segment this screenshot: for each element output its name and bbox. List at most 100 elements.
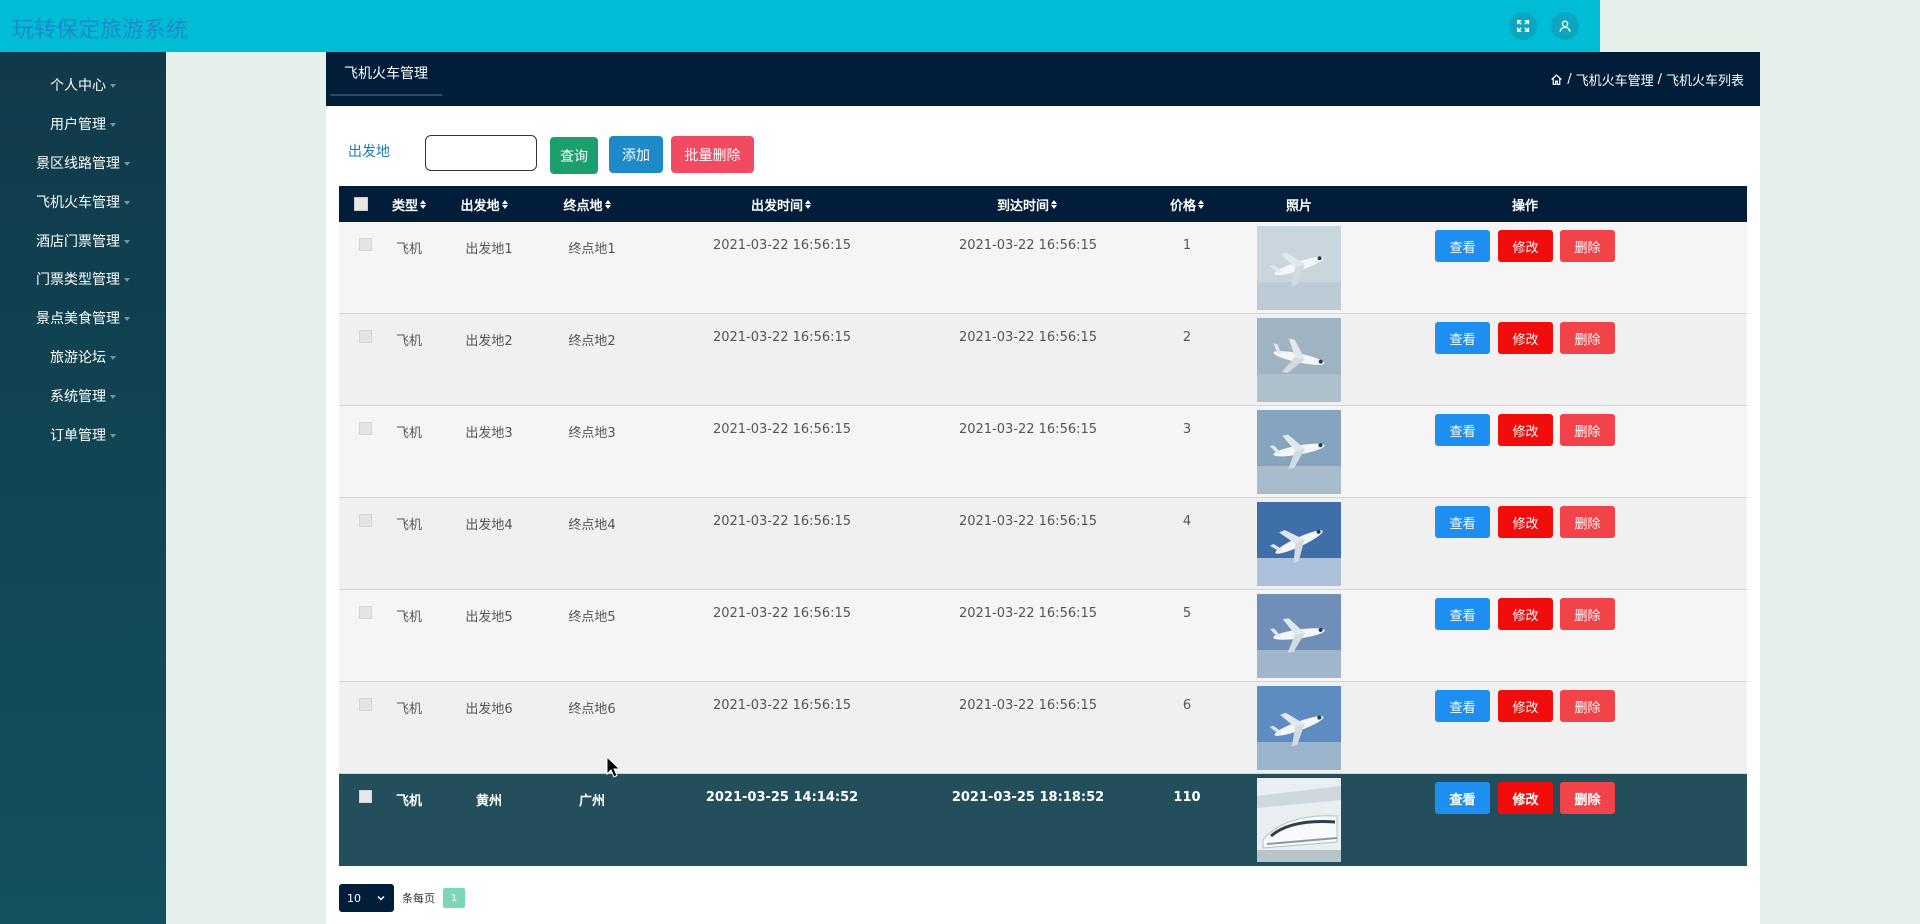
tab-transport-management[interactable]: 飞机火车管理 (330, 52, 442, 96)
airplane-photo[interactable] (1257, 686, 1341, 770)
sort-icon[interactable] (501, 199, 508, 209)
airplane-photo[interactable] (1257, 502, 1341, 586)
delete-button[interactable]: 删除 (1560, 690, 1615, 722)
row-checkbox[interactable] (359, 790, 372, 803)
column-header-price[interactable]: 价格 (1157, 186, 1217, 222)
column-header-arrive-time[interactable]: 到达时间 (971, 186, 1083, 222)
page-number-current[interactable]: 1 (443, 888, 465, 908)
row-checkbox[interactable] (359, 330, 372, 343)
add-button[interactable]: 添加 (609, 136, 663, 173)
view-button[interactable]: 查看 (1435, 598, 1490, 630)
breadcrumb-item-transport[interactable]: 飞机火车管理 (1576, 70, 1654, 89)
mouse-cursor-icon (606, 756, 620, 778)
delete-button[interactable]: 删除 (1560, 506, 1615, 538)
sidebar-item-label: 景区线路管理 (36, 155, 120, 172)
sort-icon[interactable] (1051, 199, 1057, 209)
view-button[interactable]: 查看 (1435, 782, 1490, 814)
cell-from: 出发地3 (465, 426, 513, 441)
departure-search-input[interactable] (425, 135, 537, 171)
column-label: 价格 (1169, 198, 1196, 214)
transport-table: 类型 出发地 终点地 出发时间 到达时间 价格 照片 操作 飞机 出发地1 终点地1… (339, 186, 1747, 866)
row-checkbox[interactable] (359, 238, 372, 251)
airplane-photo[interactable] (1257, 594, 1341, 678)
cell-arrive-time: 2021-03-22 16:56:15 (958, 422, 1098, 437)
airplane-photo[interactable] (1257, 318, 1341, 402)
edit-button[interactable]: 修改 (1498, 690, 1553, 722)
table-row[interactable]: 飞机 出发地6 终点地6 2021-03-22 16:56:15 2021-03-22 … (339, 682, 1747, 774)
per-page-label: 条每页 (402, 892, 435, 905)
edit-button[interactable]: 修改 (1498, 598, 1553, 630)
sort-icon[interactable] (604, 199, 611, 209)
table-row[interactable]: 飞机 出发地4 终点地4 2021-03-22 16:56:15 2021-03-22 … (339, 498, 1747, 590)
batch-delete-button[interactable]: 批量删除 (671, 136, 754, 173)
row-checkbox[interactable] (359, 422, 372, 435)
select-all-checkbox[interactable] (353, 186, 369, 222)
view-button[interactable]: 查看 (1435, 322, 1490, 354)
cell-price: 5 (1182, 606, 1192, 621)
edit-button[interactable]: 修改 (1498, 506, 1553, 538)
delete-button[interactable]: 删除 (1560, 414, 1615, 446)
sort-icon[interactable] (420, 199, 426, 209)
view-button[interactable]: 查看 (1435, 690, 1490, 722)
train-photo[interactable] (1257, 778, 1341, 862)
delete-button[interactable]: 删除 (1560, 230, 1615, 262)
page-size-select[interactable]: 10 (339, 884, 394, 912)
column-header-actions: 操作 (1495, 186, 1555, 222)
column-header-depart-time[interactable]: 出发时间 (725, 186, 837, 222)
delete-button[interactable]: 删除 (1560, 782, 1615, 814)
sort-icon[interactable] (1198, 199, 1204, 209)
sort-icon[interactable] (805, 199, 811, 209)
caret-down-icon (124, 239, 130, 244)
view-button[interactable]: 查看 (1435, 506, 1490, 538)
table-row[interactable]: 飞机 出发地1 终点地1 2021-03-22 16:56:15 2021-03-22 … (339, 222, 1747, 314)
table-row[interactable]: 飞机 出发地3 终点地3 2021-03-22 16:56:15 2021-03-22 … (339, 406, 1747, 498)
caret-down-icon (124, 200, 130, 205)
edit-button[interactable]: 修改 (1498, 230, 1553, 262)
row-checkbox[interactable] (359, 606, 372, 619)
cell-type: 飞机 (395, 242, 423, 257)
sidebar-item-forum[interactable]: 旅游论坛 (0, 338, 166, 377)
column-label: 类型 (391, 198, 418, 214)
query-button[interactable]: 查询 (550, 137, 598, 174)
sidebar-item-profile[interactable]: 个人中心 (0, 66, 166, 105)
view-button[interactable]: 查看 (1435, 230, 1490, 262)
sidebar-item-label: 旅游论坛 (50, 349, 106, 366)
caret-down-icon (110, 433, 116, 438)
airplane-photo[interactable] (1257, 410, 1341, 494)
delete-button[interactable]: 删除 (1560, 598, 1615, 630)
caret-down-icon (110, 123, 116, 128)
column-header-type[interactable]: 类型 (379, 186, 439, 222)
breadcrumb-item-list: 飞机火车列表 (1665, 74, 1744, 89)
column-header-from[interactable]: 出发地 (449, 186, 519, 222)
edit-button[interactable]: 修改 (1498, 414, 1553, 446)
cell-price: 4 (1182, 514, 1192, 529)
app-title: 玩转保定旅游系统 (12, 18, 189, 43)
sidebar-item-ticket-types[interactable]: 门票类型管理 (0, 260, 166, 299)
view-button[interactable]: 查看 (1435, 414, 1490, 446)
airplane-photo[interactable] (1257, 226, 1341, 310)
row-checkbox[interactable] (359, 698, 372, 711)
sidebar-item-transport[interactable]: 飞机火车管理 (0, 182, 166, 221)
cell-from: 出发地2 (465, 334, 513, 349)
edit-button[interactable]: 修改 (1498, 782, 1553, 814)
sidebar-item-users[interactable]: 用户管理 (0, 105, 166, 144)
sidebar-item-system[interactable]: 系统管理 (0, 376, 166, 415)
sidebar-item-orders[interactable]: 订单管理 (0, 415, 166, 454)
sidebar-item-food[interactable]: 景点美食管理 (0, 299, 166, 338)
cell-arrive-time: 2021-03-22 16:56:15 (958, 606, 1098, 621)
user-icon[interactable] (1551, 12, 1579, 40)
row-checkbox[interactable] (359, 514, 372, 527)
search-bar: 出发地 查询 添加 批量删除 (326, 132, 1760, 174)
edit-button[interactable]: 修改 (1498, 322, 1553, 354)
table-row[interactable]: 飞机 出发地5 终点地5 2021-03-22 16:56:15 2021-03-22 … (339, 590, 1747, 682)
delete-button[interactable]: 删除 (1560, 322, 1615, 354)
home-icon[interactable] (1550, 73, 1563, 86)
cell-price: 2 (1182, 330, 1192, 345)
sidebar-item-hotel-tickets[interactable]: 酒店门票管理 (0, 221, 166, 260)
cell-type: 飞机 (395, 610, 423, 625)
table-row[interactable]: 飞机 黄州 广州 2021-03-25 14:14:52 2021-03-25 18:1… (339, 774, 1747, 866)
sidebar-item-routes[interactable]: 景区线路管理 (0, 144, 166, 183)
table-row[interactable]: 飞机 出发地2 终点地2 2021-03-22 16:56:15 2021-03-22 … (339, 314, 1747, 406)
column-header-to[interactable]: 终点地 (552, 186, 622, 222)
fullscreen-icon[interactable] (1509, 12, 1537, 40)
